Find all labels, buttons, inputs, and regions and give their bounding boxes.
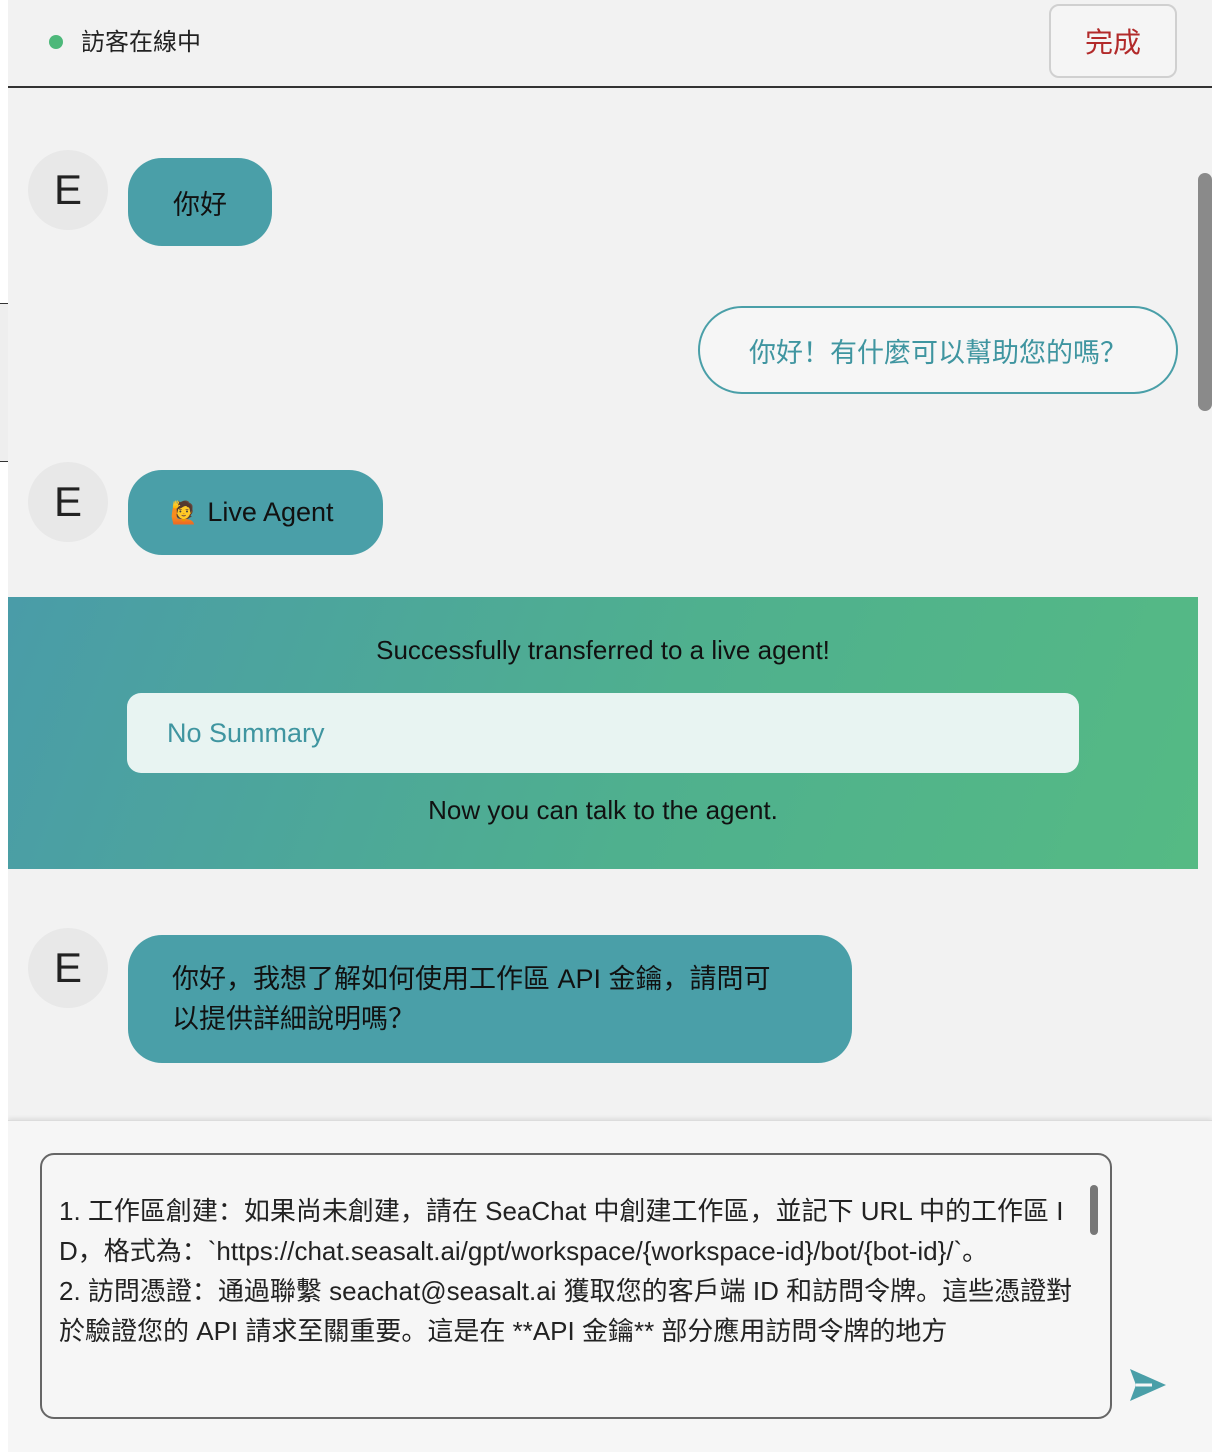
raising-hand-emoji-icon: 🙋: [170, 499, 198, 525]
visitor-message-bubble: 🙋 Live Agent: [128, 470, 383, 555]
avatar: E: [28, 462, 108, 542]
send-icon[interactable]: [1126, 1365, 1170, 1405]
visitor-message-bubble: 你好，我想了解如何使用工作區 API 金鑰，請問可 以提供詳細說明嗎？: [128, 935, 852, 1063]
left-edge-panel: [0, 304, 8, 461]
message-text: 你好: [173, 189, 227, 220]
message-input-text[interactable]: 1. 工作區創建：如果尚未創建，請在 SeaChat 中創建工作區，並記下 UR…: [59, 1191, 1089, 1351]
chat-header: 訪客在線中 完成: [8, 0, 1212, 88]
summary-box: No Summary: [127, 693, 1079, 773]
transfer-banner: Successfully transferred to a live agent…: [8, 597, 1198, 869]
avatar: E: [28, 928, 108, 1008]
message-text: 你好！有什麼可以幫助您的嗎？: [749, 337, 1127, 368]
visitor-status-text: 訪客在線中: [81, 29, 201, 56]
left-edge-line: [0, 461, 8, 462]
chat-window: 訪客在線中 完成 E 你好 你好！有什麼可以幫助您的嗎？ E 🙋 Live Ag…: [8, 0, 1212, 1452]
transfer-title: Successfully transferred to a live agent…: [376, 635, 830, 665]
online-dot-icon: [49, 35, 63, 49]
agent-message-bubble: 你好！有什麼可以幫助您的嗎？: [698, 306, 1178, 394]
visitor-message-bubble: 你好: [128, 158, 272, 246]
avatar: E: [28, 150, 108, 230]
message-input[interactable]: 1. 工作區創建：如果尚未創建，請在 SeaChat 中創建工作區，並記下 UR…: [40, 1153, 1112, 1419]
message-text: Live Agent: [207, 497, 334, 527]
message-text-line: 以提供詳細說明嗎？: [172, 1004, 415, 1034]
summary-text: No Summary: [167, 717, 325, 748]
message-composer: 1. 工作區創建：如果尚未創建，請在 SeaChat 中創建工作區，並記下 UR…: [8, 1120, 1212, 1452]
message-text-line: 你好，我想了解如何使用工作區 API 金鑰，請問可: [172, 964, 771, 994]
input-scrollbar-thumb[interactable]: [1090, 1185, 1098, 1235]
done-button[interactable]: 完成: [1049, 4, 1177, 78]
messages-scrollbar-thumb[interactable]: [1198, 173, 1212, 411]
transfer-footer-text: Now you can talk to the agent.: [428, 795, 778, 825]
